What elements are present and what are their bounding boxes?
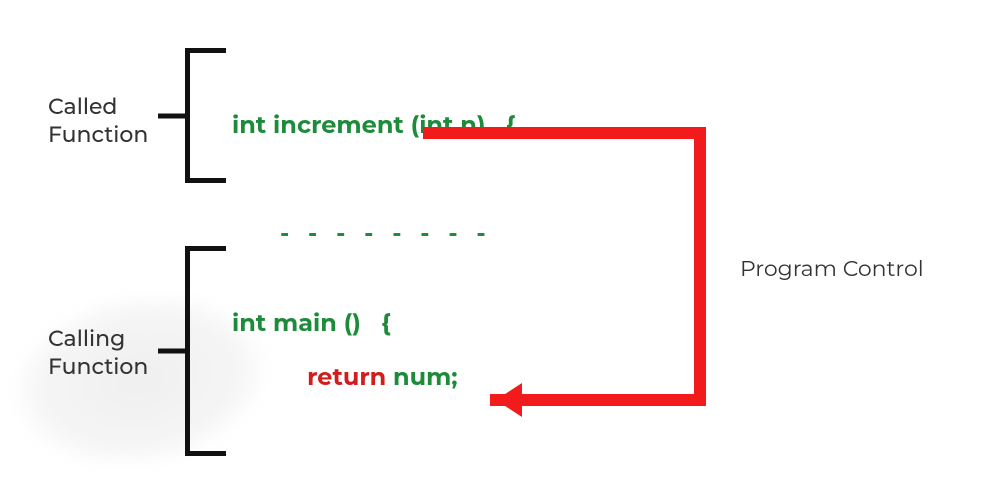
label-calling-function: Calling Function [48, 325, 148, 380]
code-main-signature: int main () { [232, 306, 492, 342]
label-program-control: Program Control [740, 255, 924, 282]
code-called-signature: int increment (int n) { [232, 108, 515, 144]
bracket-calling [185, 246, 190, 456]
code-calling-block: int main () { - - - - - - - - increment … [232, 234, 492, 500]
bracket-called [185, 48, 190, 183]
label-called-function: Called Function [48, 93, 148, 148]
